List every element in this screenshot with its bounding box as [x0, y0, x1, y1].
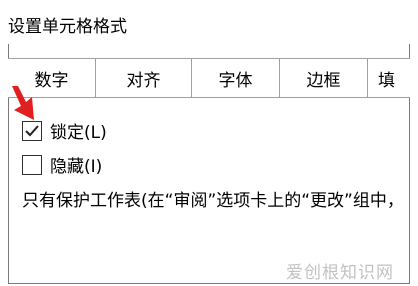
watermark-text: 爱创根知识网	[286, 263, 394, 283]
checkmark-icon	[25, 124, 39, 136]
lock-label: 锁定(L)	[50, 123, 107, 143]
tab-fill[interactable]: 填	[368, 59, 410, 97]
tab-bar: 数字 对齐 字体 边框 填	[8, 58, 410, 98]
tab-alignment[interactable]: 对齐	[96, 59, 192, 97]
tab-border[interactable]: 边框	[280, 59, 368, 97]
protection-note: 只有保护工作表(在“审阅”选项卡上的“更改”组中，	[22, 191, 404, 211]
hide-checkbox[interactable]	[22, 154, 42, 175]
hide-option[interactable]: 隐藏(I)	[22, 152, 102, 177]
dialog-title: 设置单元格格式	[8, 17, 127, 37]
lock-checkbox[interactable]	[22, 120, 42, 141]
hide-label: 隐藏(I)	[50, 157, 103, 177]
lock-option[interactable]: 锁定(L)	[22, 118, 107, 143]
tab-font[interactable]: 字体	[192, 59, 280, 97]
